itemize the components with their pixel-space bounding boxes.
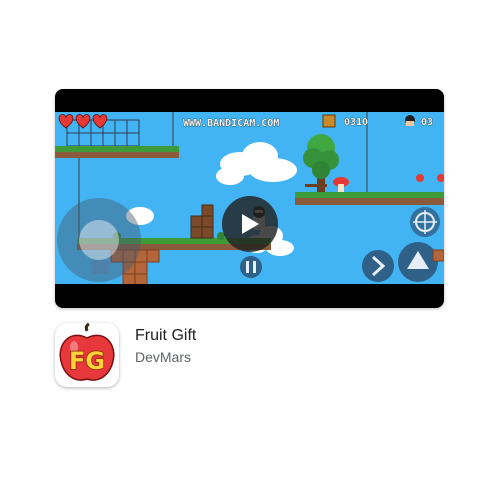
- video-player[interactable]: WWW.BANDICAM.COM 0310 03: [55, 89, 444, 308]
- player-head-icon: [405, 115, 415, 126]
- platform-graphic: [55, 146, 179, 158]
- crate-graphic: [190, 204, 214, 239]
- developer-name[interactable]: DevMars: [135, 349, 191, 365]
- app-icon[interactable]: FG: [55, 323, 119, 387]
- app-listing[interactable]: FG Fruit Gift DevMars: [55, 323, 444, 389]
- video-thumbnail: WWW.BANDICAM.COM 0310 03: [55, 112, 444, 284]
- right-arrow-button[interactable]: [362, 250, 394, 282]
- platform-graphic: [295, 192, 444, 205]
- watermark-text: WWW.BANDICAM.COM: [183, 118, 279, 129]
- app-title[interactable]: Fruit Gift: [135, 327, 196, 345]
- apple-logo-icon: FG: [59, 323, 115, 381]
- play-button[interactable]: [222, 196, 278, 252]
- pause-button[interactable]: [240, 256, 262, 278]
- mushroom-graphic: [333, 177, 349, 192]
- play-icon: [242, 214, 259, 234]
- jump-button[interactable]: [398, 242, 438, 282]
- lives-counter: 03: [421, 117, 433, 128]
- crosshair-button[interactable]: [410, 207, 440, 237]
- coin-icon: [322, 114, 336, 128]
- joystick-control[interactable]: [57, 198, 141, 282]
- heart-icons: [58, 114, 108, 129]
- score-counter: 0310: [344, 117, 368, 128]
- icon-letters: FG: [69, 347, 105, 375]
